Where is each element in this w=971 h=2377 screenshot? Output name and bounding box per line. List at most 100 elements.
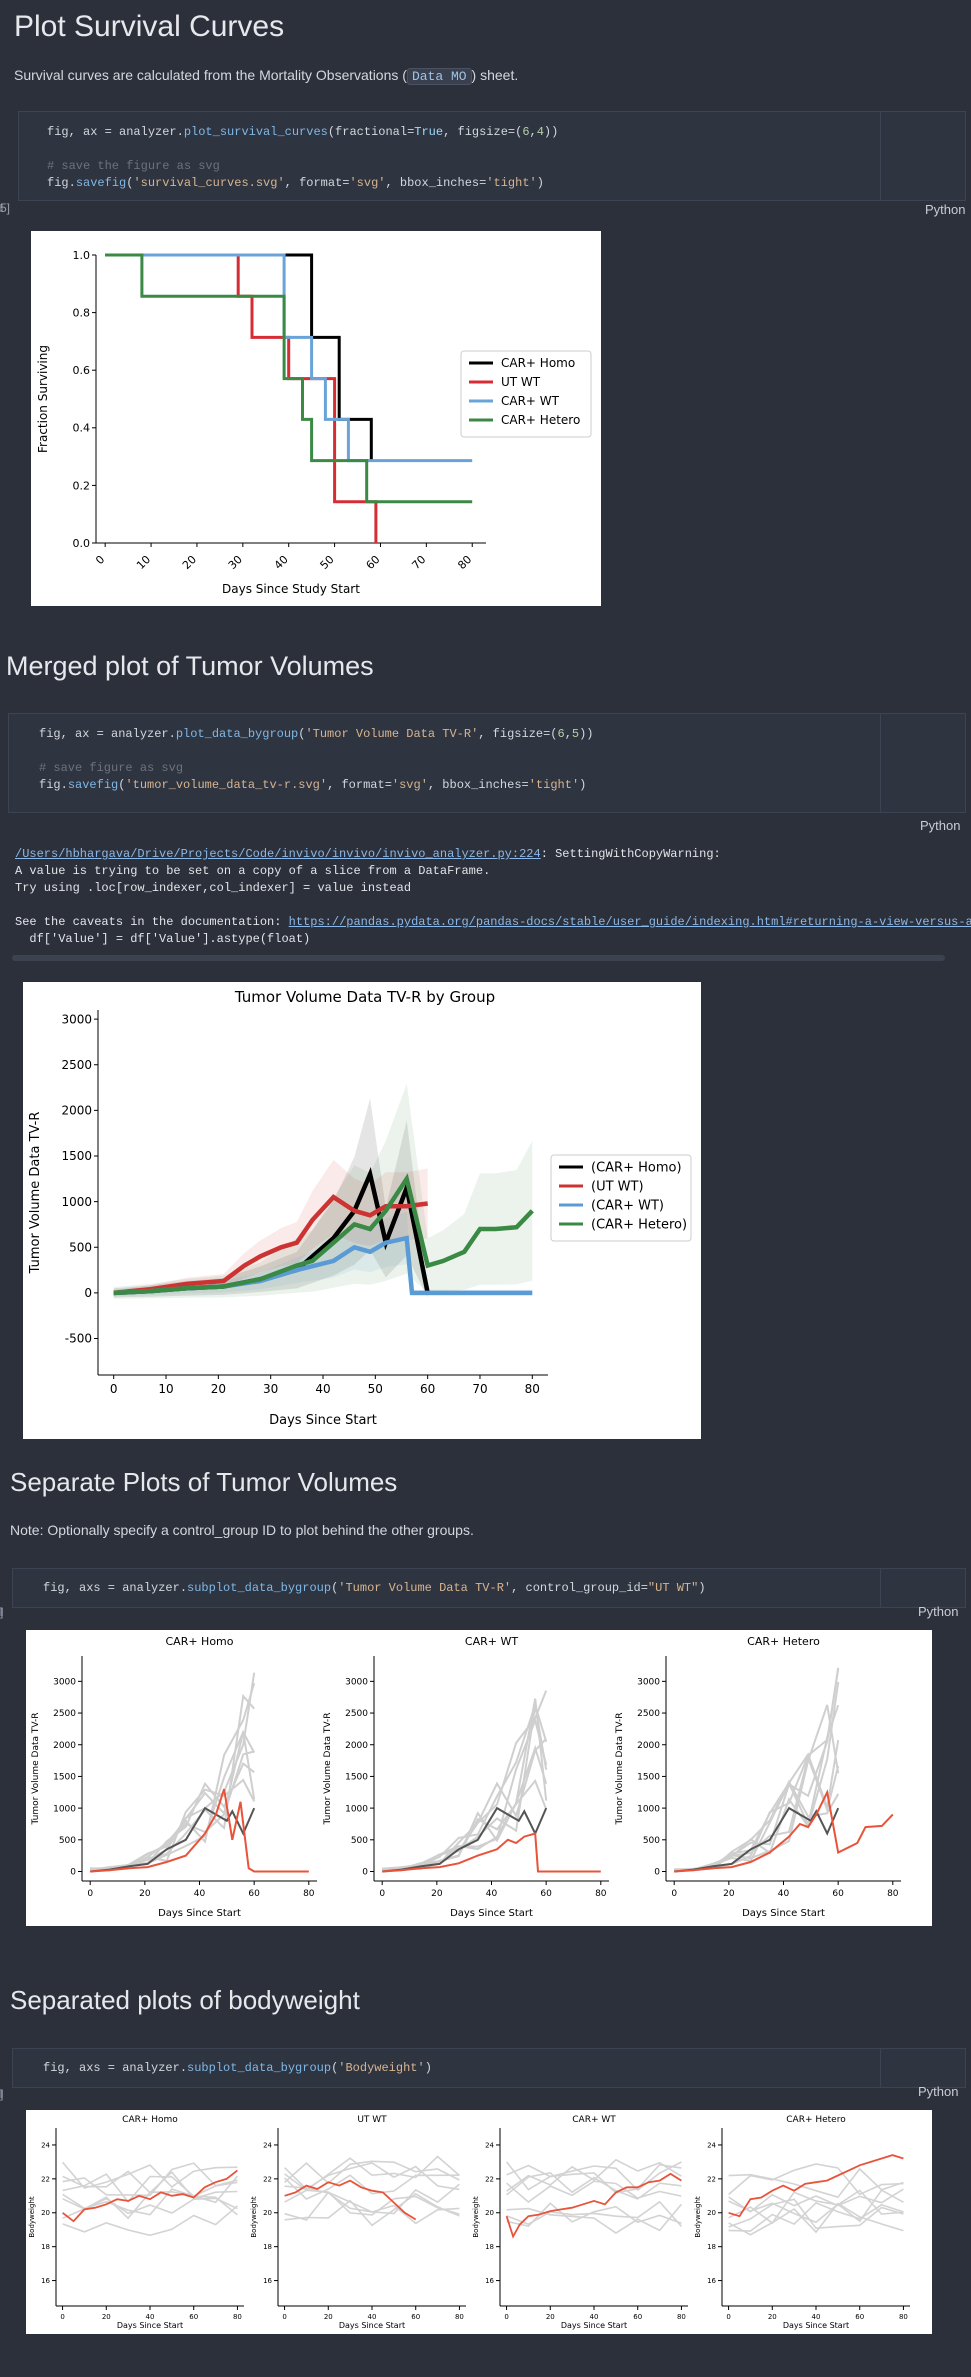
y-axis-label: Tumor Volume Data TV-R — [28, 1112, 43, 1275]
survival-series-line — [105, 253, 473, 504]
code-cell-2-divider — [880, 714, 881, 812]
y-tick-label: 24 — [263, 2141, 272, 2149]
y-tick-label: 1.0 — [73, 249, 91, 262]
y-tick-label: 16 — [263, 2277, 272, 2285]
warning-line-6: df['Value'] = df['Value'].astype(float) — [15, 932, 311, 946]
cell-2-language-label[interactable]: Python — [920, 818, 960, 833]
y-tick-label: 2000 — [345, 1741, 368, 1751]
y-tick-label: 1000 — [637, 1804, 660, 1814]
y-tick-label: 1000 — [345, 1804, 368, 1814]
survival-description: Survival curves are calculated from the … — [14, 67, 518, 85]
code-cell-2-source[interactable]: fig, ax = analyzer.plot_data_bygroup('Tu… — [39, 726, 594, 794]
y-axis-label: Bodyweight — [694, 2196, 702, 2238]
y-tick-label: 16 — [707, 2277, 716, 2285]
code-cell-2[interactable]: fig, ax = analyzer.plot_data_bygroup('Tu… — [8, 713, 966, 813]
x-tick-label: 30 — [226, 553, 245, 572]
panel-title: CAR+ WT — [465, 1635, 518, 1648]
execution-count-4: ] — [0, 2087, 4, 2101]
x-tick-label: 60 — [855, 2313, 864, 2321]
x-axis-label: Days Since Start — [450, 1908, 533, 1919]
x-tick-label: 40 — [368, 2313, 377, 2321]
individual-trace — [728, 2201, 904, 2232]
separate-plots: 0 20 40 60 80 0 500 1000 1500 2000 2500 3000 CAR+ Ho… — [26, 1630, 932, 1926]
bodyweight-chart-svg: 0 20 40 60 80 16 18 20 22 24 CAR+ Homo Days Since S… — [28, 2115, 910, 2330]
x-tick-label: 50 — [318, 553, 337, 572]
y-axis-label: Tumor Volume Data TV-R — [615, 1713, 625, 1826]
cell-1-language-label[interactable]: Python — [925, 202, 965, 217]
x-tick-label: 60 — [364, 553, 383, 572]
code-cell-1-source[interactable]: fig, ax = analyzer.plot_survival_curves(… — [47, 124, 558, 192]
cell-3-language-label[interactable]: Python — [918, 1604, 958, 1619]
y-tick-label: 0.4 — [73, 422, 91, 435]
output-horizontal-scrollbar[interactable] — [12, 955, 945, 961]
code-cell-3-source[interactable]: fig, axs = analyzer.subplot_data_bygroup… — [43, 1580, 706, 1597]
warning-source-link[interactable]: /Users/hbhargava/Drive/Projects/Code/inv… — [15, 847, 541, 861]
merged-legend-label: (UT WT) — [591, 1180, 644, 1195]
individual-trace — [506, 2203, 683, 2234]
merged-legend-label: (CAR+ WT) — [591, 1199, 664, 1214]
x-tick-label: 80 — [233, 2313, 242, 2321]
x-axis-label: Days Since Start — [783, 2321, 849, 2330]
warning-type: : SettingWithCopyWarning: — [540, 847, 721, 861]
x-tick-label: 80 — [677, 2313, 686, 2321]
bodyweight-plots: 0 20 40 60 80 16 18 20 22 24 CAR+ Homo Days Since S… — [26, 2110, 932, 2334]
code-cell-3[interactable]: fig, axs = analyzer.subplot_data_bygroup… — [12, 1568, 966, 1608]
y-tick-label: 1000 — [53, 1804, 76, 1814]
y-tick-label: 0 — [70, 1868, 76, 1878]
x-tick-label: 20 — [768, 2313, 777, 2321]
x-tick-label: 60 — [633, 2313, 642, 2321]
x-tick-label: 20 — [324, 2313, 333, 2321]
y-tick-label: 24 — [41, 2141, 50, 2149]
individual-trace — [90, 1750, 255, 1870]
y-tick-label: 24 — [485, 2141, 494, 2149]
warning-line-5-prefix: See the caveats in the documentation: — [15, 915, 289, 929]
y-axis-label: Bodyweight — [472, 2196, 480, 2238]
x-tick-label: 20 — [723, 1889, 735, 1899]
y-tick-label: 0.6 — [73, 364, 91, 377]
x-tick-label: 80 — [455, 553, 474, 572]
x-tick-label: 60 — [832, 1889, 844, 1899]
individual-trace — [728, 2189, 904, 2224]
y-tick-label: 20 — [41, 2209, 50, 2217]
survival-plot: 0 10 20 30 40 50 60 70 80 0.0 0.2 0.4 0.6 0.8 1.0 Days … — [31, 231, 601, 606]
section-title-merged: Merged plot of Tumor Volumes — [6, 651, 374, 681]
panel-title: CAR+ Homo — [122, 2115, 178, 2125]
sheet-name-code: Data MO — [406, 68, 472, 85]
x-tick-label: 0 — [282, 2313, 286, 2321]
x-tick-label: 40 — [272, 553, 291, 572]
survival-legend-label: CAR+ Homo — [501, 356, 575, 370]
execution-count-3: ] — [0, 1605, 4, 1619]
section-title-bodyweight: Separated plots of bodyweight — [10, 1985, 360, 2015]
chart-title: Tumor Volume Data TV-R by Group — [234, 988, 495, 1006]
warning-output: /Users/hbhargava/Drive/Projects/Code/inv… — [15, 846, 971, 948]
pandas-docs-link[interactable]: https://pandas.pydata.org/pandas-docs/st… — [289, 915, 971, 929]
x-tick-label: 20 — [546, 2313, 555, 2321]
x-axis-label: Days Since Start — [561, 2321, 627, 2330]
x-tick-label: 20 — [180, 553, 199, 572]
x-tick-label: 40 — [146, 2313, 155, 2321]
y-tick-label: 2000 — [53, 1741, 76, 1751]
y-tick-label: 20 — [707, 2209, 716, 2217]
x-axis-label: Days Since Start — [269, 1413, 377, 1428]
cell-4-language-label[interactable]: Python — [918, 2084, 958, 2099]
panel-title: UT WT — [357, 2115, 387, 2125]
merged-chart-svg: 0 10 20 30 40 50 60 70 80 -500 0 500 1000 1500 2000 250… — [28, 988, 692, 1428]
y-tick-label: 22 — [41, 2175, 50, 2183]
survival-chart-svg: 0 10 20 30 40 50 60 70 80 0.0 0.2 0.4 0.6 0.8 1.0 Days … — [36, 249, 592, 596]
code-cell-4-source[interactable]: fig, axs = analyzer.subplot_data_bygroup… — [43, 2060, 432, 2077]
merged-plot: 0 10 20 30 40 50 60 70 80 -500 0 500 1000 1500 2000 250… — [23, 982, 701, 1439]
code-cell-4[interactable]: fig, axs = analyzer.subplot_data_bygroup… — [12, 2048, 966, 2088]
warning-line-3: Try using .loc[row_indexer,col_indexer] … — [15, 881, 412, 895]
y-tick-label: -500 — [65, 1332, 92, 1346]
x-tick-label: 40 — [812, 2313, 821, 2321]
code-cell-1[interactable]: fig, ax = analyzer.plot_survival_curves(… — [18, 111, 966, 201]
x-tick-label: 70 — [472, 1382, 487, 1396]
individual-trace — [382, 1744, 548, 1871]
y-tick-label: 22 — [263, 2175, 272, 2183]
section-title-separate: Separate Plots of Tumor Volumes — [10, 1467, 398, 1497]
execution-count-1: 5] — [0, 201, 11, 215]
x-tick-label: 60 — [411, 2313, 420, 2321]
individual-trace — [284, 2192, 460, 2227]
y-tick-label: 0.2 — [73, 479, 91, 492]
x-tick-label: 0 — [671, 1889, 677, 1899]
